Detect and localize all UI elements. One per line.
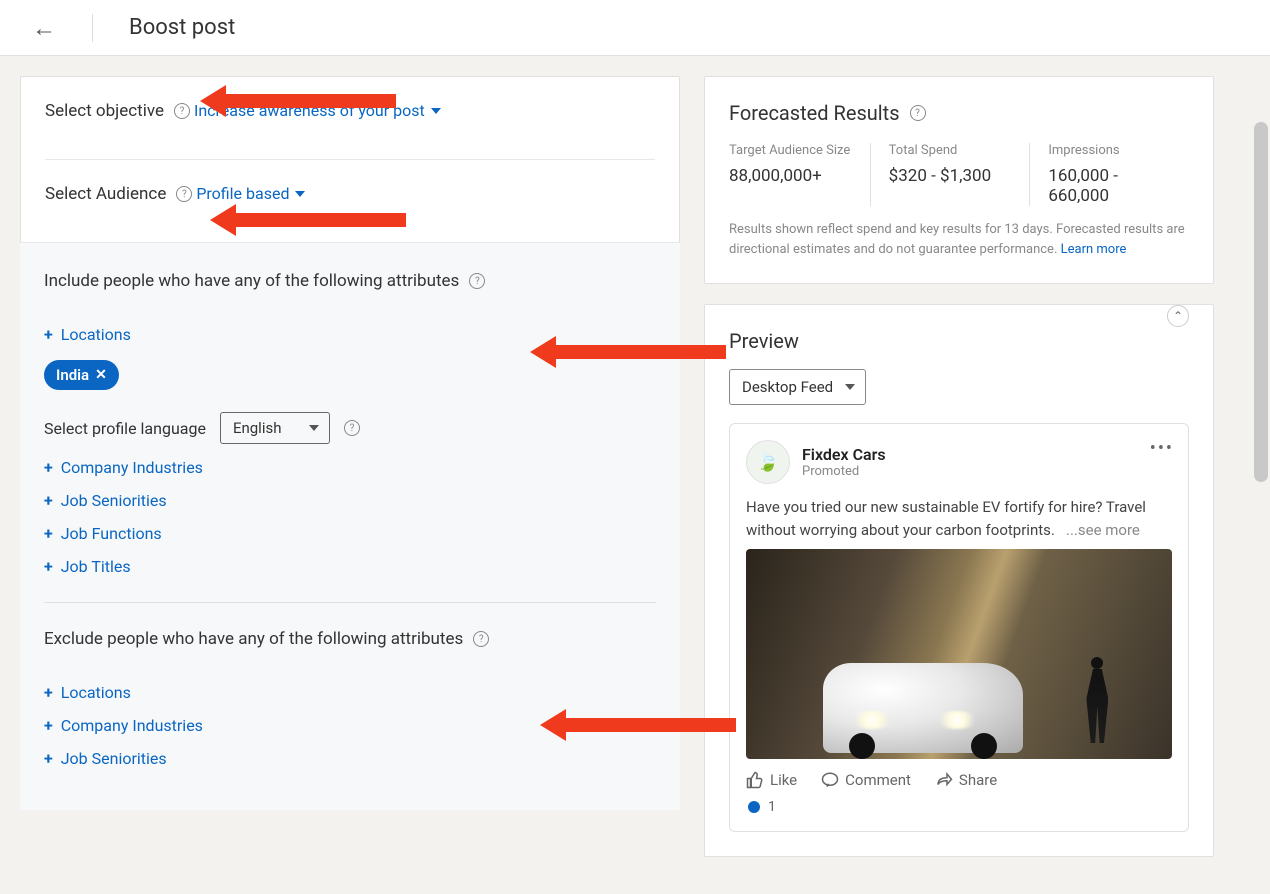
- post-preview: ••• 🍃 Fixdex Cars Promoted Have you trie…: [729, 423, 1189, 832]
- objective-dropdown-value: Increase awareness of your post: [194, 101, 425, 120]
- post-author[interactable]: Fixdex Cars: [802, 445, 886, 464]
- preview-card: Preview Desktop Feed ⌃ ••• 🍃 Fixdex Cars…: [704, 304, 1214, 857]
- profile-language-label: Select profile language: [44, 419, 206, 438]
- exclude-locations[interactable]: + Locations: [44, 683, 131, 702]
- objective-title: Select objective ?: [45, 101, 190, 121]
- metric-impressions-value: 160,000 - 660,000: [1048, 166, 1171, 206]
- forecast-disclaimer: Results shown reflect spend and key resu…: [729, 220, 1189, 259]
- preview-feed-select[interactable]: Desktop Feed: [729, 369, 866, 405]
- chevron-down-icon: [845, 384, 855, 390]
- pedestrian-illustration: [1082, 657, 1112, 747]
- close-icon[interactable]: ✕: [95, 367, 107, 383]
- reactions-row[interactable]: 1: [746, 799, 1172, 815]
- page-header: ← Boost post: [0, 0, 1270, 56]
- page-title: Boost post: [129, 15, 235, 40]
- post-image[interactable]: [746, 549, 1172, 759]
- exclude-job-seniorities[interactable]: + Job Seniorities: [44, 749, 167, 768]
- metric-spend-label: Total Spend: [889, 143, 1012, 158]
- include-title-text: Include people who have any of the follo…: [44, 271, 459, 291]
- plus-icon: +: [44, 491, 53, 510]
- chevron-down-icon: [431, 108, 441, 114]
- add-locations[interactable]: + Locations: [44, 325, 131, 344]
- exclude-title: Exclude people who have any of the follo…: [44, 629, 489, 649]
- attr-label: Job Seniorities: [61, 749, 167, 768]
- metric-spend-value: $320 - $1,300: [889, 166, 1012, 186]
- plus-icon: +: [44, 749, 53, 768]
- share-button[interactable]: Share: [935, 771, 997, 789]
- preview-title: Preview: [729, 329, 1189, 353]
- help-icon[interactable]: ?: [176, 186, 192, 202]
- location-chip-india[interactable]: India ✕: [44, 360, 119, 390]
- reactions-count: 1: [768, 799, 776, 815]
- help-icon[interactable]: ?: [910, 105, 926, 121]
- profile-language-value: English: [233, 419, 282, 437]
- divider: [92, 14, 93, 42]
- plus-icon: +: [44, 325, 53, 344]
- comment-icon: [821, 771, 839, 789]
- add-job-functions[interactable]: + Job Functions: [44, 524, 162, 543]
- plus-icon: +: [44, 557, 53, 576]
- like-icon: [746, 771, 764, 789]
- help-icon[interactable]: ?: [473, 631, 489, 647]
- divider: [44, 602, 656, 603]
- plus-icon: +: [44, 524, 53, 543]
- reaction-badge-icon: [746, 799, 762, 815]
- comment-label: Comment: [845, 771, 911, 789]
- preview-feed-value: Desktop Feed: [742, 378, 833, 396]
- company-avatar[interactable]: 🍃: [746, 440, 790, 484]
- exclude-title-text: Exclude people who have any of the follo…: [44, 629, 463, 649]
- metric-impressions-label: Impressions: [1048, 143, 1171, 158]
- help-icon[interactable]: ?: [469, 273, 485, 289]
- forecast-title-text: Forecasted Results: [729, 101, 900, 125]
- share-icon: [935, 771, 953, 789]
- chevron-down-icon: [295, 191, 305, 197]
- attr-label: Locations: [61, 683, 131, 702]
- audience-title-text: Select Audience: [45, 184, 166, 204]
- add-job-seniorities[interactable]: + Job Seniorities: [44, 491, 167, 510]
- forecast-card: Forecasted Results ? Target Audience Siz…: [704, 76, 1214, 284]
- audience-title: Select Audience ?: [45, 184, 192, 204]
- metric-audience-label: Target Audience Size: [729, 143, 852, 158]
- add-company-industries[interactable]: + Company Industries: [44, 458, 203, 477]
- scroll-up-button[interactable]: ⌃: [1167, 305, 1189, 327]
- attr-label: Job Titles: [61, 557, 131, 576]
- exclude-company-industries[interactable]: + Company Industries: [44, 716, 203, 735]
- attr-label: Company Industries: [61, 458, 203, 477]
- plus-icon: +: [44, 458, 53, 477]
- post-menu-icon[interactable]: •••: [1150, 438, 1174, 459]
- attr-label: Job Functions: [61, 524, 162, 543]
- chevron-down-icon: [309, 425, 319, 431]
- objective-title-text: Select objective: [45, 101, 164, 121]
- help-icon[interactable]: ?: [174, 103, 190, 119]
- promoted-label: Promoted: [802, 464, 886, 479]
- car-illustration: [823, 663, 1023, 753]
- like-button[interactable]: Like: [746, 771, 797, 789]
- metric-audience-value: 88,000,000+: [729, 166, 852, 186]
- comment-button[interactable]: Comment: [821, 771, 911, 789]
- scrollbar[interactable]: [1254, 122, 1268, 482]
- help-icon[interactable]: ?: [344, 420, 360, 436]
- attr-label: Company Industries: [61, 716, 203, 735]
- headlight-glow: [848, 711, 896, 729]
- learn-more-link[interactable]: Learn more: [1061, 242, 1127, 257]
- audience-dropdown[interactable]: Profile based: [196, 184, 305, 203]
- chip-label: India: [56, 366, 89, 384]
- see-more-link[interactable]: ...see more: [1066, 521, 1140, 539]
- objective-dropdown[interactable]: Increase awareness of your post: [194, 101, 441, 120]
- audience-dropdown-value: Profile based: [196, 184, 289, 203]
- plus-icon: +: [44, 683, 53, 702]
- share-label: Share: [959, 771, 997, 789]
- add-locations-label: Locations: [61, 325, 131, 344]
- plus-icon: +: [44, 716, 53, 735]
- add-job-titles[interactable]: + Job Titles: [44, 557, 131, 576]
- profile-language-select[interactable]: English: [220, 412, 330, 444]
- back-arrow-icon[interactable]: ←: [32, 16, 56, 40]
- attr-label: Job Seniorities: [61, 491, 167, 510]
- like-label: Like: [770, 771, 797, 789]
- include-title: Include people who have any of the follo…: [44, 271, 485, 291]
